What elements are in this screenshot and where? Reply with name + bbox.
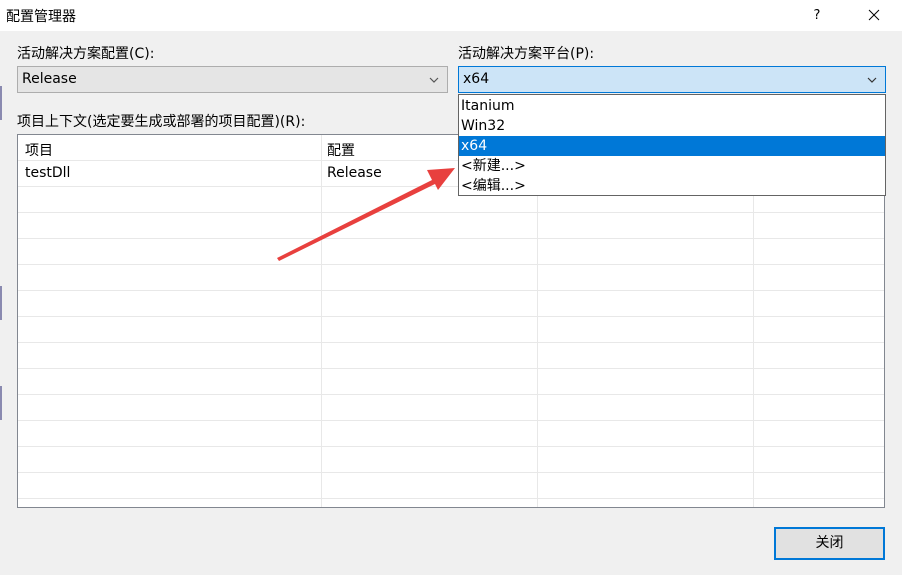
arrow-shape	[277, 168, 455, 261]
close-dialog-button[interactable]: 关闭	[774, 527, 885, 560]
annotation-arrow	[277, 168, 455, 261]
close-dialog-label: 关闭	[815, 535, 844, 551]
